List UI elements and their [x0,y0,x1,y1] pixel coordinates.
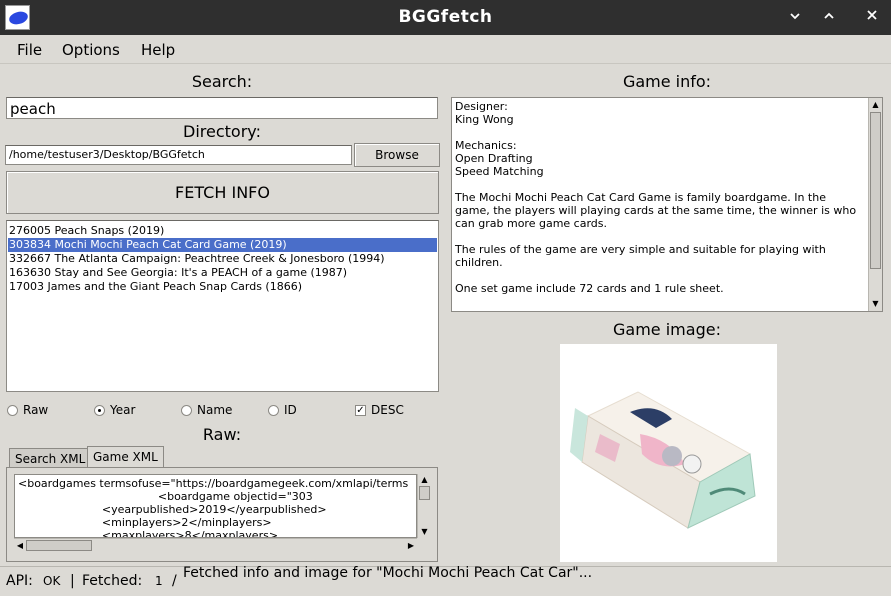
fetch-info-button[interactable]: FETCH INFO [6,171,439,214]
raw-label: Raw: [202,425,242,444]
list-item-selected[interactable]: 303834 Mochi Mochi Peach Cat Card Game (… [8,238,437,252]
list-item[interactable]: 17003 James and the Giant Peach Snap Car… [8,280,437,294]
game-info-label: Game info: [622,72,712,91]
status-message: Fetched info and image for "Mochi Mochi … [183,565,593,581]
xml-vertical-scrollbar[interactable]: ▲ ▼ [417,474,431,538]
search-label: Search: [191,72,253,91]
search-input[interactable]: peach [6,97,438,119]
tab-search-xml[interactable]: Search XML [9,448,92,469]
status-bar: API: OK | Fetched: 1 / Fetched info and … [0,565,891,596]
browse-button[interactable]: Browse [354,143,440,167]
xml-text[interactable]: <boardgames termsofuse="https://boardgam… [14,474,417,538]
game-info-text[interactable]: Designer: King Wong Mechanics: Open Drafti… [451,97,883,312]
maximize-icon[interactable] [819,8,839,26]
list-item[interactable]: 276005 Peach Snaps (2019) [8,224,437,238]
menu-file[interactable]: File [17,41,42,59]
game-image-label: Game image: [613,320,721,339]
directory-input[interactable]: /home/testuser3/Desktop/BGGfetch [5,145,352,165]
game-xml-panel: <boardgames termsofuse="https://boardgam… [6,467,438,562]
scroll-up-icon[interactable]: ▲ [869,100,882,110]
api-status: OK [43,574,61,588]
close-icon[interactable] [862,8,882,26]
menu-help[interactable]: Help [141,41,175,59]
info-vertical-scrollbar[interactable]: ▲ ▼ [868,98,882,311]
menu-bar: File Options Help [0,35,891,64]
game-info-content: Designer: King Wong Mechanics: Open Drafti… [455,100,857,295]
menu-options[interactable]: Options [62,41,120,59]
minimize-icon[interactable] [785,8,805,26]
tab-game-xml[interactable]: Game XML [87,446,164,469]
scroll-up-icon[interactable]: ▲ [418,475,431,485]
xml-horizontal-scrollbar[interactable]: ◀ ▶ [14,538,417,552]
list-item[interactable]: 163630 Stay and See Georgia: It's a PEAC… [8,266,437,280]
scroll-left-icon[interactable]: ◀ [14,541,26,551]
scroll-down-icon[interactable]: ▼ [869,299,882,309]
api-label: API: [6,573,33,589]
fetched-count: 1 [155,574,163,588]
results-list[interactable]: 276005 Peach Snaps (2019) 303834 Mochi M… [6,220,439,392]
fetched-label: Fetched: [82,573,143,589]
game-box-image [560,344,777,562]
directory-label: Directory: [183,122,261,141]
scroll-right-icon[interactable]: ▶ [405,541,417,551]
window-title: BGGfetch [398,7,493,27]
scroll-down-icon[interactable]: ▼ [418,527,431,537]
title-bar: BGGfetch [0,0,891,35]
list-item[interactable]: 332667 The Atlanta Campaign: Peachtree C… [8,252,437,266]
